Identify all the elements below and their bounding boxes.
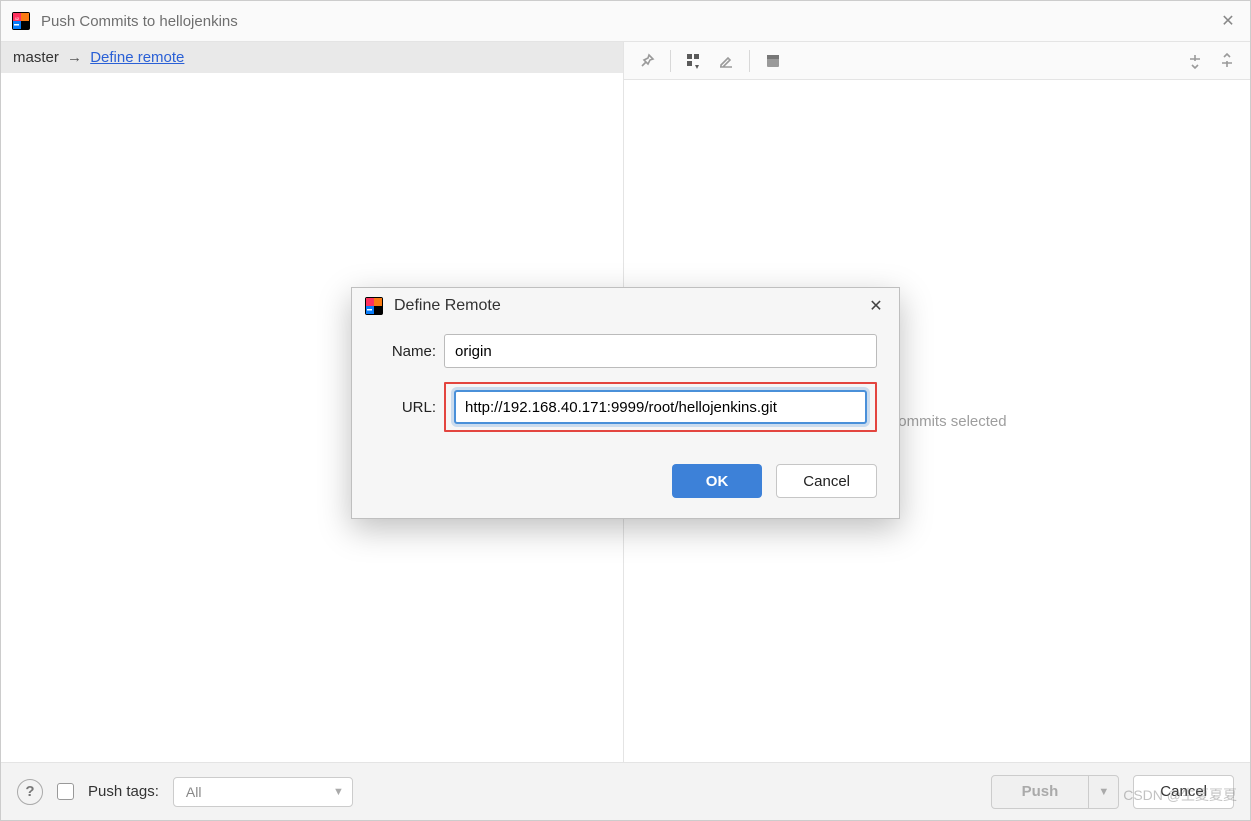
url-row: URL: <box>374 382 877 432</box>
modal-titlebar: Define Remote ✕ <box>352 288 899 324</box>
define-remote-link[interactable]: Define remote <box>90 49 184 66</box>
push-dropdown-button[interactable]: ▼ <box>1088 776 1118 808</box>
group-icon[interactable] <box>681 48 707 74</box>
edit-icon[interactable] <box>713 48 739 74</box>
collapse-icon[interactable] <box>1214 48 1240 74</box>
url-highlight-box <box>444 382 877 432</box>
modal-footer: OK Cancel <box>352 452 899 518</box>
url-field[interactable] <box>454 390 867 424</box>
arrow-icon: → <box>67 49 82 66</box>
push-tags-label: Push tags: <box>88 783 159 800</box>
modal-cancel-button[interactable]: Cancel <box>776 464 877 498</box>
name-row: Name: <box>374 334 877 368</box>
branch-bar: master → Define remote <box>1 42 623 73</box>
modal-body: Name: URL: <box>352 324 899 452</box>
separator <box>749 50 750 72</box>
chevron-down-icon: ▼ <box>333 786 344 798</box>
modal-title: Define Remote <box>394 297 865 315</box>
diff-toolbar <box>624 42 1250 80</box>
titlebar: IJ Push Commits to hellojenkins ✕ <box>1 1 1250 41</box>
define-remote-dialog: Define Remote ✕ Name: URL: OK Cancel <box>351 287 900 519</box>
push-tags-select[interactable]: All ▼ <box>173 777 353 807</box>
push-tags-checkbox[interactable] <box>57 783 74 800</box>
help-icon[interactable]: ? <box>17 779 43 805</box>
name-field[interactable] <box>444 334 877 368</box>
name-label: Name: <box>374 343 436 360</box>
close-icon[interactable]: ✕ <box>865 296 887 316</box>
close-icon[interactable]: ✕ <box>1216 11 1240 31</box>
push-button-group: Push ▼ <box>991 775 1120 809</box>
push-button[interactable]: Push <box>992 776 1089 808</box>
pin-icon[interactable] <box>634 48 660 74</box>
expand-icon[interactable] <box>1182 48 1208 74</box>
separator <box>670 50 671 72</box>
ok-button[interactable]: OK <box>672 464 763 498</box>
intellij-icon: IJ <box>11 11 31 31</box>
window-title: Push Commits to hellojenkins <box>41 13 1216 30</box>
intellij-icon <box>364 296 384 316</box>
svg-text:IJ: IJ <box>15 16 18 21</box>
cancel-button[interactable]: Cancel <box>1133 775 1234 809</box>
dialog-footer: ? Push tags: All ▼ Push ▼ Cancel <box>1 762 1250 820</box>
branch-name: master <box>13 49 59 66</box>
preview-icon[interactable] <box>760 48 786 74</box>
url-label: URL: <box>374 399 436 416</box>
select-value: All <box>186 784 202 800</box>
